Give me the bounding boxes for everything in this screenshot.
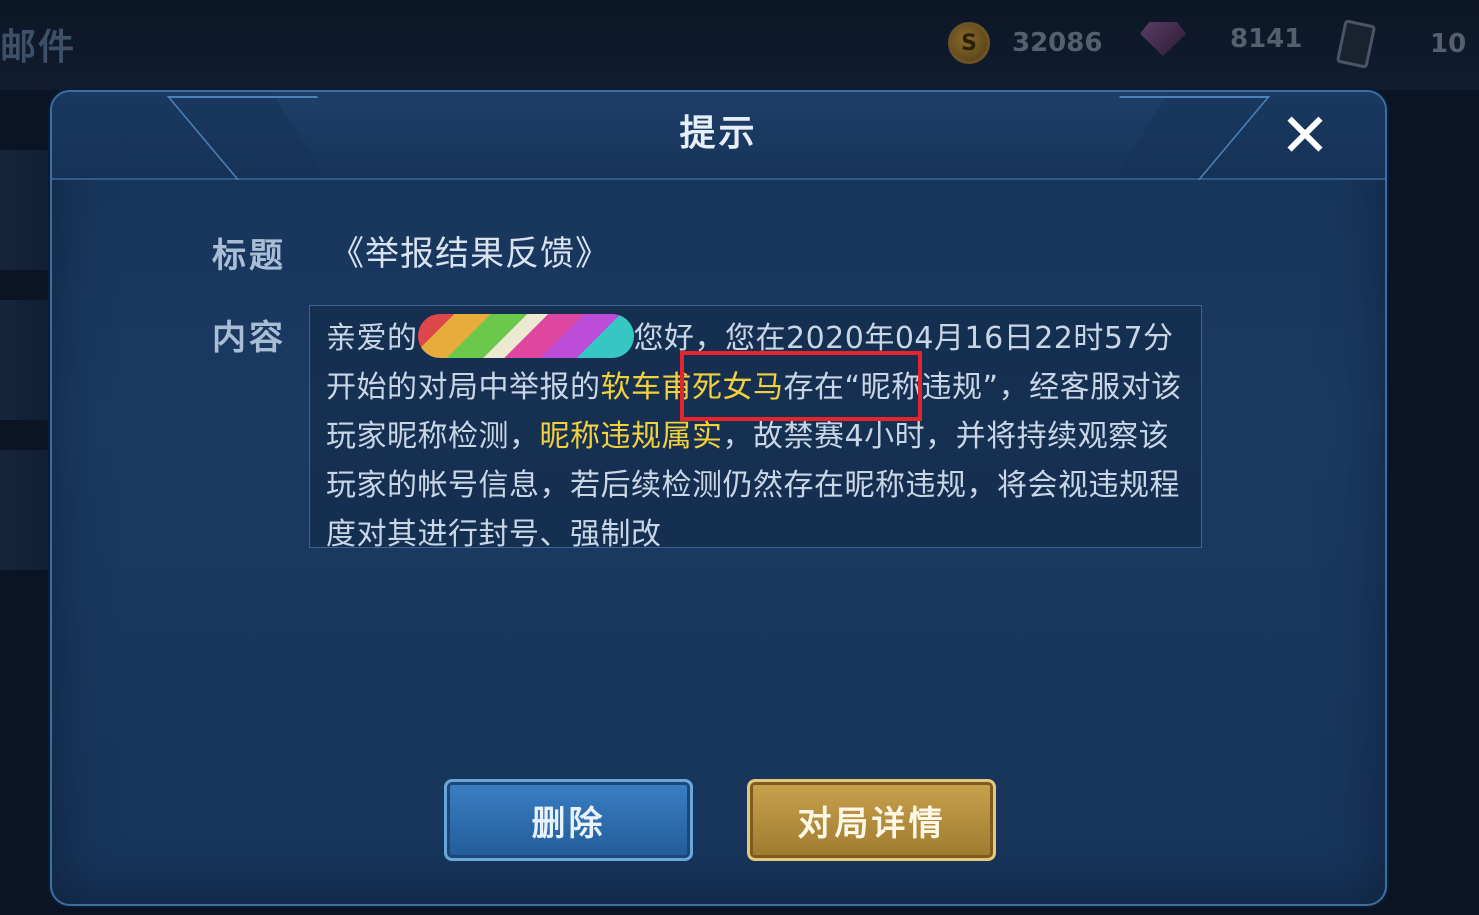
redacted-name [417, 314, 634, 358]
match-details-button[interactable]: 对局详情 [747, 779, 996, 861]
notice-dialog: 提示 ✕ 标题 《举报结果反馈》 内容 亲爱的 您好，您在2020年04月16日2… [50, 90, 1387, 906]
highlight-annotation-box [680, 351, 922, 421]
gold-currency: S 32086 [948, 22, 1102, 64]
background-mail-item [0, 450, 50, 570]
subject-value: 《举报结果反馈》 [330, 234, 610, 274]
card-amount: 10 [1430, 29, 1467, 59]
verdict-text: 昵称违规属实 [539, 419, 723, 454]
gem-amount: 8141 [1230, 24, 1303, 54]
background-mail-item [0, 150, 50, 270]
gold-amount: 32086 [1012, 28, 1103, 58]
subject-label: 标题 [212, 236, 286, 276]
background-top-bar: 邮件 S 32086 8141 10 [0, 0, 1479, 90]
card-currency: 10 [1335, 19, 1467, 69]
close-icon[interactable]: ✕ [1277, 106, 1333, 166]
background-mail-item [0, 300, 50, 420]
content-scroll-box[interactable]: 亲爱的 您好，您在2020年04月16日22时57分开始的对局中举报的软车甫死女马… [309, 305, 1202, 548]
dialog-title: 提示 [679, 113, 758, 154]
gold-coin-icon: S [948, 22, 990, 64]
message-body: 亲爱的 您好，您在2020年04月16日22时57分开始的对局中举报的软车甫死女马… [326, 314, 1189, 547]
gem-currency: 8141 [1140, 22, 1302, 56]
card-icon [1335, 19, 1377, 69]
gem-icon [1140, 22, 1186, 56]
content-label: 内容 [212, 318, 286, 358]
dialog-header: 提示 ✕ [52, 92, 1385, 180]
greeting-text: 亲爱的 [326, 321, 418, 356]
delete-button[interactable]: 删除 [444, 779, 693, 861]
mail-page-title: 邮件 [0, 27, 77, 68]
